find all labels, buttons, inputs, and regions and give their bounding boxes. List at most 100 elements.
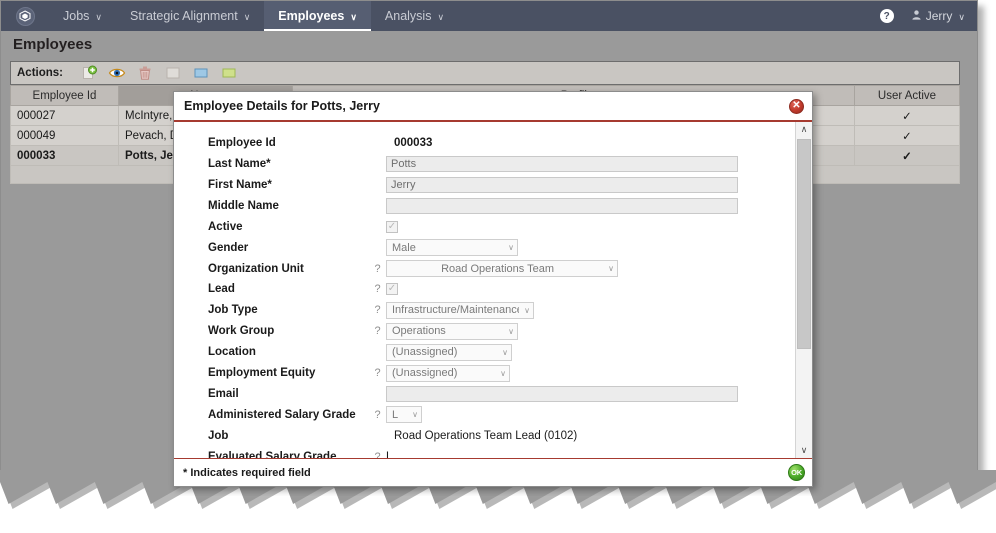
scroll-down-arrow-icon[interactable]: ∨ [796,443,812,458]
actions-toolbar: Actions: [10,61,960,85]
app-logo[interactable] [1,1,49,31]
dropdown-select[interactable]: (Unassigned) ∨ [386,343,512,361]
dropdown-select[interactable]: L ∨ [386,406,422,424]
nav-item-strategic-alignment[interactable]: Strategic Alignment ∨ [116,1,264,31]
form-row: Evaluated Salary Grade? L [174,446,795,458]
text-input[interactable]: Potts [386,156,738,173]
field-control [386,197,795,214]
help-icon[interactable]: ? [369,263,386,275]
partial-action-button-5[interactable] [187,63,215,83]
form-row: Gender?Male∨ [174,237,795,258]
chevron-down-icon: ∨ [508,326,514,336]
cell-user-active: ✓ [854,125,960,146]
field-label: Administered Salary Grade [208,408,356,421]
chevron-down-icon: ∨ [508,243,514,253]
nav-item-analysis[interactable]: Analysis ∨ [371,1,458,31]
text-input[interactable] [386,385,738,402]
form-row: Administered Salary Grade? L ∨ [174,405,795,426]
dropdown-value: Male [392,241,416,254]
form-row: Employment Equity? (Unassigned) ∨ [174,363,795,384]
scroll-up-arrow-icon[interactable]: ∧ [796,122,812,137]
field-label: Organization Unit [208,262,304,275]
nav-item-employees[interactable]: Employees ∨ [264,1,371,31]
text-input[interactable]: Jerry [386,177,738,194]
nav-item-jobs[interactable]: Jobs ∨ [49,1,116,31]
dialog-vertical-scrollbar[interactable]: ∧ ∨ [795,122,812,458]
field-label: Employee Id [208,137,276,150]
field-label: First Name* [208,179,272,192]
form-row: Last Name*?Potts [174,154,795,175]
nav-item-analysis-label: Analysis [384,9,432,23]
form-row: Email? [174,384,795,405]
dropdown-select[interactable]: Infrastructure/Maintenance ∨ [386,301,534,319]
dropdown-select[interactable]: Road Operations Team ∨ [386,260,618,278]
help-icon[interactable]: ? [369,409,386,421]
field-label: Job [208,429,229,442]
delete-employee-button[interactable] [131,63,159,83]
field-control: L ∨ [386,406,795,424]
scrollbar-thumb[interactable] [797,139,811,349]
field-label: Last Name* [208,158,271,171]
form-row: First Name*?Jerry [174,175,795,196]
help-icon[interactable]: ? [369,451,386,458]
field-control: Road Operations Team Lead (0102) [386,430,795,442]
field-label: Active [208,220,243,233]
form-row: Job Type? Infrastructure/Maintenance ∨ [174,300,795,321]
dropdown-select[interactable]: Operations ∨ [386,322,518,340]
help-icon[interactable]: ? [369,367,386,379]
field-label: Location [208,346,256,359]
text-input[interactable] [386,197,738,214]
user-menu-label: Jerry [925,9,953,23]
column-header-user-active[interactable]: User Active [854,85,960,106]
chevron-down-icon: ∨ [608,264,614,274]
dropdown-value: (Unassigned) [392,346,458,359]
nav-item-employees-label: Employees [278,9,345,23]
form-row: Active?✓ [174,217,795,238]
employee-details-dialog: Employee Details for Potts, Jerry ✕ Empl… [173,91,813,487]
user-avatar-icon [912,9,921,23]
field-control: ✓ [386,283,795,296]
form-row: Lead? ✓ [174,279,795,300]
close-icon[interactable]: ✕ [789,98,804,114]
user-menu[interactable]: Jerry ∨ [912,9,965,23]
chevron-down-icon: ∨ [958,11,965,22]
field-label: Email [208,387,239,400]
field-control: Male ∨ [386,239,795,257]
dropdown-select[interactable]: (Unassigned) ∨ [386,364,510,382]
field-control: ✓ [386,220,795,233]
field-control: (Unassigned) ∨ [386,364,795,382]
form-row: Organization Unit? Road Operations Team ∨ [174,258,795,279]
field-control: Potts [386,156,795,173]
ok-button[interactable]: OK [788,464,805,481]
dropdown-value: Infrastructure/Maintenance [392,304,520,317]
help-icon[interactable]: ? [369,283,386,295]
checkbox[interactable]: ✓ [386,220,398,233]
add-employee-button[interactable] [75,63,103,83]
dialog-titlebar[interactable]: Employee Details for Potts, Jerry ✕ [174,92,812,122]
cell-user-active: ✓ [854,105,960,126]
field-label: Gender [208,241,249,254]
field-control: Jerry [386,177,795,194]
static-value: 000033 [394,137,433,150]
field-control: L [386,451,795,458]
help-icon[interactable]: ? [879,9,894,23]
page-title: Employees [13,36,93,53]
field-label: Middle Name [208,199,279,212]
nav-item-jobs-label: Jobs [63,9,90,23]
help-icon[interactable]: ? [369,304,386,316]
view-employee-button[interactable] [103,63,131,83]
dropdown-select[interactable]: Male ∨ [386,239,518,257]
chevron-down-icon: ∨ [437,11,445,22]
checkbox[interactable]: ✓ [386,283,398,296]
column-header-employee-id[interactable]: Employee Id [10,85,119,106]
help-icon[interactable]: ? [369,325,386,337]
page-body: Employees Actions: Employee Id User Acti… [1,31,977,496]
partial-action-button-4[interactable] [159,63,187,83]
form-row: Middle Name? [174,196,795,217]
dialog-title: Employee Details for Potts, Jerry [184,99,380,113]
cell-user-active: ✓ [854,145,960,166]
field-label: Lead [208,283,235,296]
partial-action-button-6[interactable] [215,63,243,83]
top-navigation-bar: Jobs ∨ Strategic Alignment ∨ Employees ∨… [1,1,977,31]
dropdown-value: Operations [392,325,446,338]
